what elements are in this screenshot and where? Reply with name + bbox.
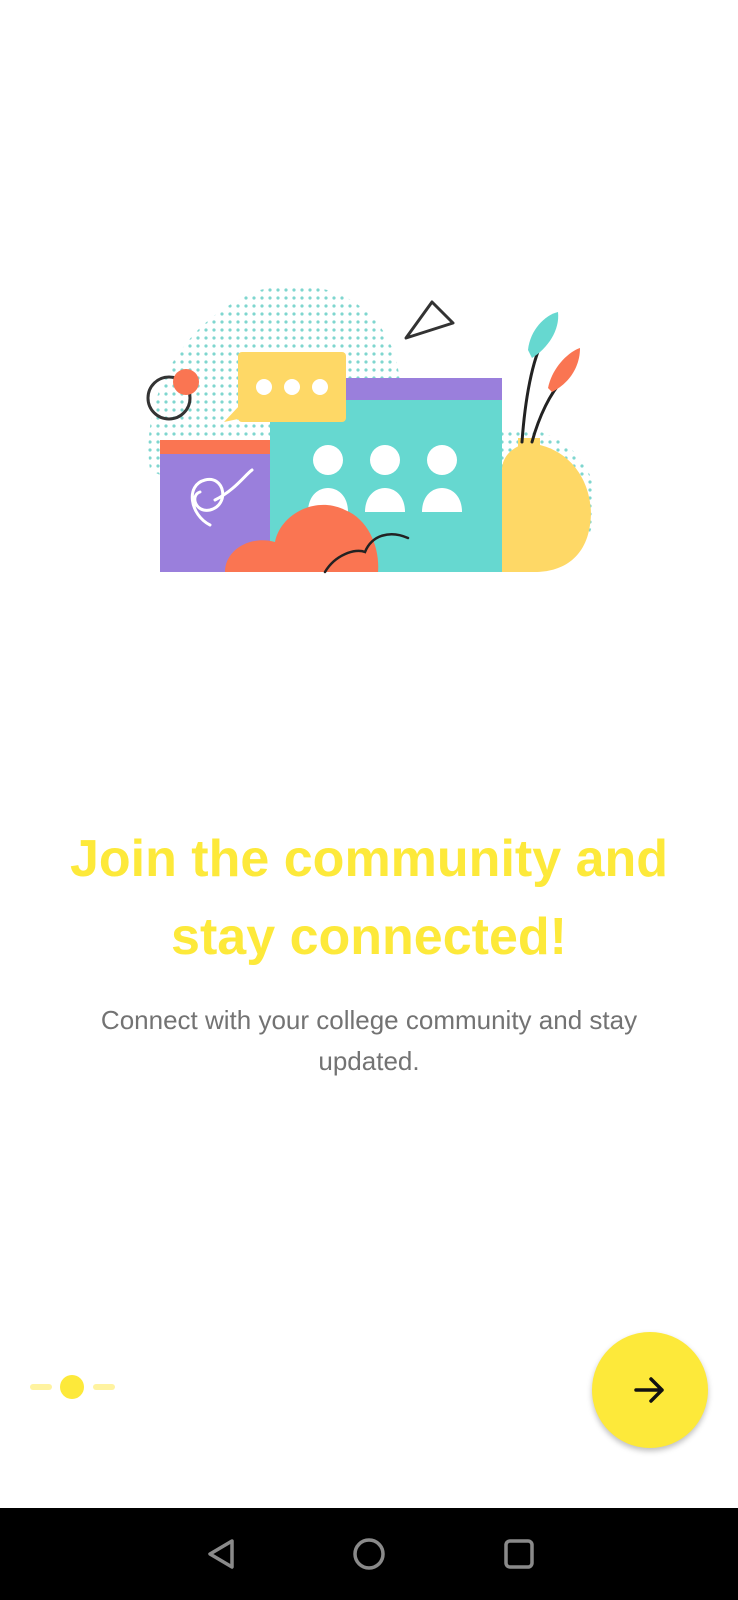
onboarding-subtitle: Connect with your college community and … — [100, 1005, 638, 1076]
triangle-back-icon — [208, 1539, 234, 1569]
arrow-right-icon — [634, 1377, 664, 1403]
community-illustration-icon — [140, 280, 610, 590]
nav-home-button[interactable] — [343, 1528, 395, 1580]
next-button[interactable] — [592, 1332, 708, 1448]
onboarding-headline: Join the community and stay connected! — [69, 830, 669, 966]
system-navigation-bar — [0, 1508, 738, 1600]
nav-back-button[interactable] — [196, 1528, 248, 1580]
page-indicator — [30, 1375, 118, 1399]
nav-recents-button[interactable] — [493, 1528, 545, 1580]
page-indicator-dot — [93, 1384, 115, 1390]
page-indicator-dot — [30, 1384, 52, 1390]
page-indicator-dot-active — [60, 1375, 84, 1399]
circle-home-icon — [353, 1538, 385, 1570]
square-recents-icon — [504, 1539, 534, 1569]
